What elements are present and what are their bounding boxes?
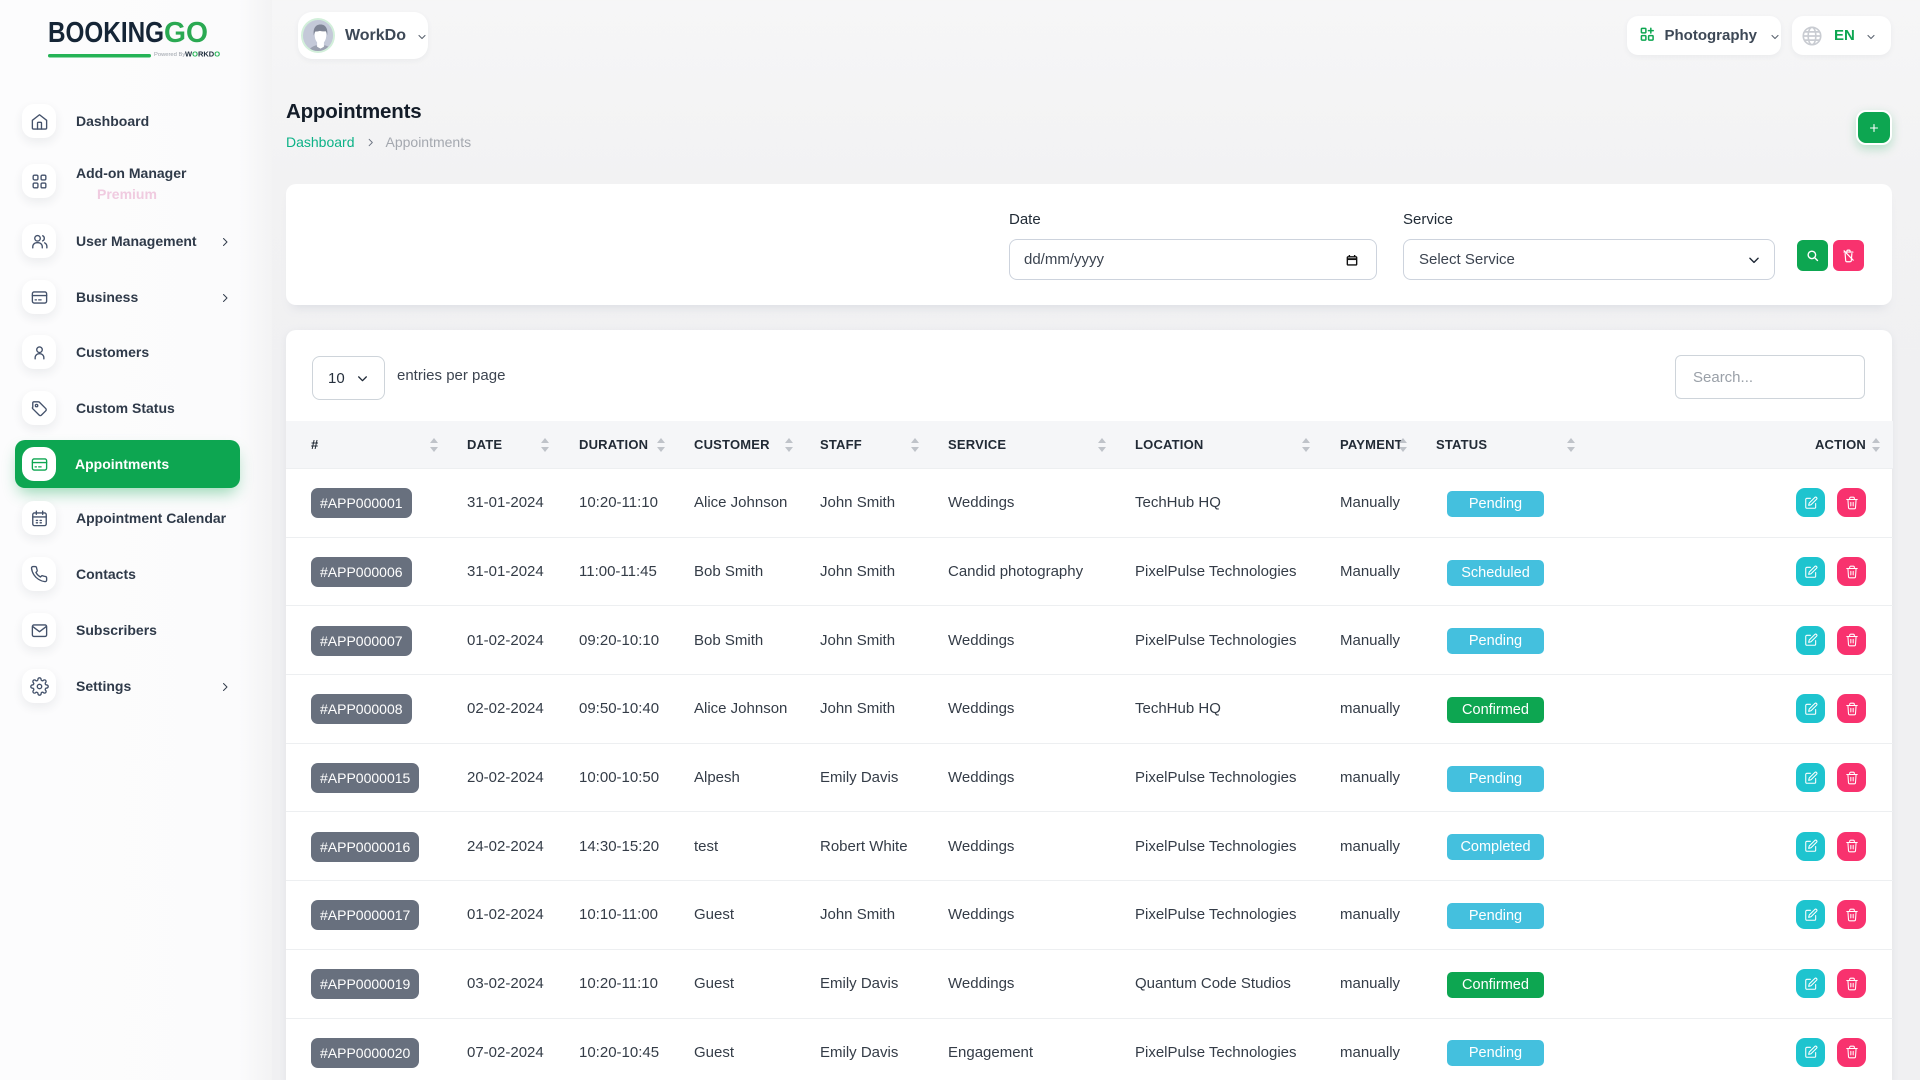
svg-text:BOOKING: BOOKING (48, 17, 164, 49)
svg-text:Powered By: Powered By (154, 52, 185, 58)
svg-text:WORKDO: WORKDO (185, 50, 220, 59)
svg-text:GO: GO (164, 17, 208, 49)
